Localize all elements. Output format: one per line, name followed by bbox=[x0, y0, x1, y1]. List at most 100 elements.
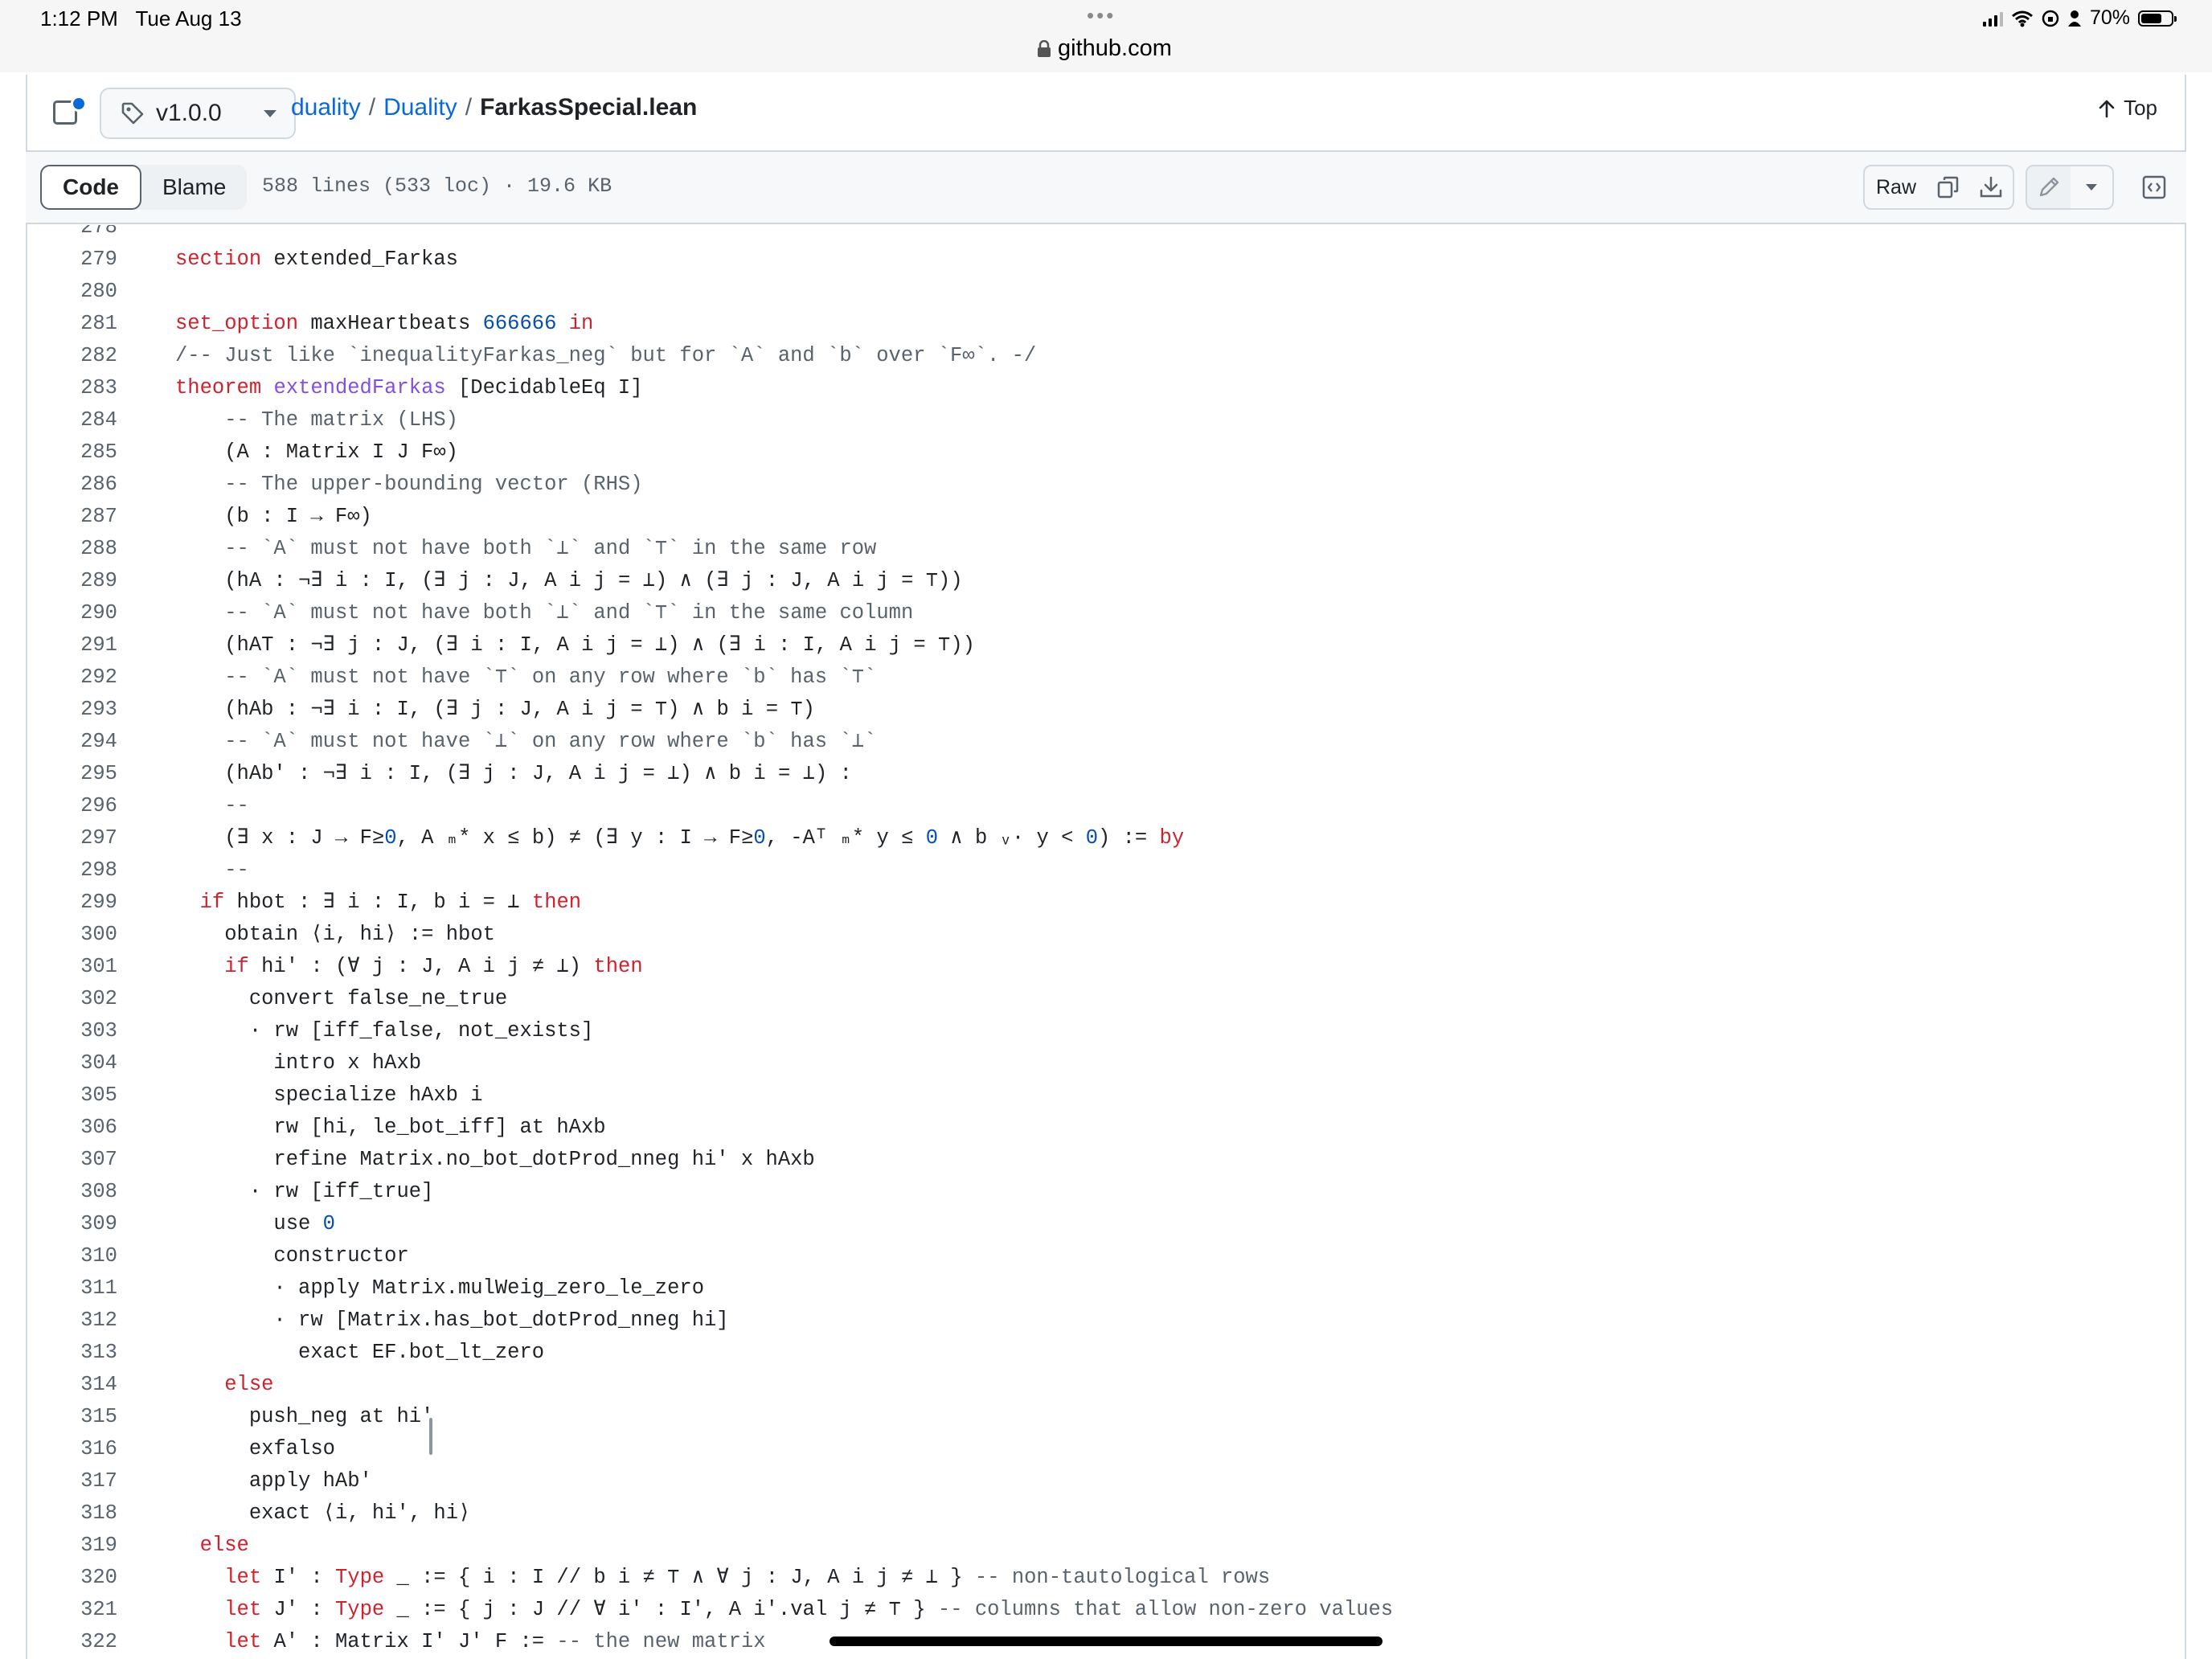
line-source: let A' : Matrix I' J' F := -- the new ma… bbox=[175, 1626, 765, 1658]
line-source: (b : I → F∞) bbox=[175, 501, 372, 533]
code-token: convert false_ne_true bbox=[175, 987, 508, 1010]
top-button[interactable]: Top bbox=[2098, 96, 2157, 121]
code-token: use bbox=[175, 1212, 323, 1235]
line-number[interactable]: 319 bbox=[27, 1530, 117, 1562]
line-number[interactable]: 293 bbox=[27, 694, 117, 726]
line-number[interactable]: 287 bbox=[27, 501, 117, 533]
code-tab[interactable]: Code bbox=[40, 165, 141, 210]
code-line: 317 apply hAb' bbox=[27, 1465, 2185, 1497]
line-number[interactable]: 291 bbox=[27, 629, 117, 662]
edit-file-button[interactable] bbox=[2026, 165, 2072, 210]
download-button[interactable] bbox=[1969, 165, 2014, 210]
line-number[interactable]: 321 bbox=[27, 1594, 117, 1626]
code-token: section bbox=[175, 248, 262, 271]
line-source: theorem extendedFarkas [DecidableEq I] bbox=[175, 372, 643, 404]
line-number[interactable]: 295 bbox=[27, 758, 117, 790]
line-number[interactable]: 289 bbox=[27, 565, 117, 597]
line-number[interactable]: 280 bbox=[27, 276, 117, 308]
line-number[interactable]: 304 bbox=[27, 1047, 117, 1079]
line-number[interactable]: 297 bbox=[27, 822, 117, 854]
multitasking-dots[interactable]: ••• bbox=[1087, 3, 1116, 28]
code-line: 309 use 0 bbox=[27, 1208, 2185, 1240]
line-number[interactable]: 317 bbox=[27, 1465, 117, 1497]
line-number[interactable]: 318 bbox=[27, 1497, 117, 1530]
code-token: apply hAb' bbox=[175, 1469, 372, 1493]
code-token: intro x hAxb bbox=[175, 1051, 422, 1075]
code-token: extendedFarkas bbox=[273, 376, 446, 399]
code-token: (hAb : ¬∃ i : I, (∃ j : J, A i j = ⊤) ∧ … bbox=[175, 698, 815, 721]
line-number[interactable]: 315 bbox=[27, 1401, 117, 1433]
line-source: else bbox=[175, 1530, 249, 1562]
line-number[interactable]: 305 bbox=[27, 1079, 117, 1112]
raw-button[interactable]: Raw bbox=[1863, 165, 1929, 210]
code-token: ) := bbox=[1098, 826, 1160, 850]
line-number[interactable]: 302 bbox=[27, 983, 117, 1015]
line-number[interactable]: 282 bbox=[27, 340, 117, 372]
line-number[interactable]: 314 bbox=[27, 1369, 117, 1401]
file-header: v1.0.0 duality / Duality / FarkasSpecial… bbox=[26, 75, 2186, 152]
line-number[interactable]: 301 bbox=[27, 951, 117, 983]
code-token: -- The matrix (LHS) bbox=[224, 408, 458, 432]
line-number[interactable]: 290 bbox=[27, 597, 117, 629]
code-token: maxHeartbeats bbox=[298, 312, 483, 335]
person-icon bbox=[2067, 10, 2081, 27]
line-number[interactable]: 303 bbox=[27, 1015, 117, 1047]
code-line: 314 else bbox=[27, 1369, 2185, 1401]
line-number[interactable]: 279 bbox=[27, 244, 117, 276]
breadcrumb-repo-link[interactable]: duality bbox=[291, 94, 361, 121]
address-bar[interactable]: github.com bbox=[1037, 35, 1172, 62]
orientation-lock-icon bbox=[2042, 10, 2059, 27]
breadcrumb-folder-link[interactable]: Duality bbox=[383, 94, 457, 121]
line-source: -- `A` must not have `⊤` on any row wher… bbox=[175, 662, 876, 694]
line-number[interactable]: 278 bbox=[27, 225, 117, 244]
code-line: 279 section extended_Farkas bbox=[27, 244, 2185, 276]
line-number[interactable]: 285 bbox=[27, 436, 117, 469]
line-number[interactable]: 299 bbox=[27, 887, 117, 919]
line-number[interactable]: 307 bbox=[27, 1144, 117, 1176]
line-number[interactable]: 310 bbox=[27, 1240, 117, 1272]
line-source: exfalso bbox=[175, 1433, 335, 1465]
line-number[interactable]: 284 bbox=[27, 404, 117, 436]
line-number[interactable]: 283 bbox=[27, 372, 117, 404]
line-number[interactable]: 300 bbox=[27, 919, 117, 951]
blame-tab[interactable]: Blame bbox=[141, 165, 247, 210]
line-number[interactable]: 322 bbox=[27, 1626, 117, 1658]
symbols-panel-button[interactable] bbox=[2133, 165, 2175, 210]
line-source: (hAT : ¬∃ j : J, (∃ i : I, A i j = ⊥) ∧ … bbox=[175, 629, 975, 662]
line-number[interactable]: 288 bbox=[27, 533, 117, 565]
line-number[interactable]: 313 bbox=[27, 1337, 117, 1369]
line-number[interactable]: 316 bbox=[27, 1433, 117, 1465]
code-line: 289 (hA : ¬∃ i : I, (∃ j : J, A i j = ⊥)… bbox=[27, 565, 2185, 597]
line-number[interactable]: 320 bbox=[27, 1562, 117, 1594]
line-number[interactable]: 294 bbox=[27, 726, 117, 758]
line-source: -- `A` must not have both `⊥` and `⊤` in… bbox=[175, 597, 913, 629]
notification-dot bbox=[71, 96, 87, 112]
more-edit-options-button[interactable] bbox=[2071, 165, 2114, 210]
branch-tag-selector[interactable]: v1.0.0 bbox=[100, 88, 296, 139]
line-number[interactable]: 308 bbox=[27, 1176, 117, 1208]
line-number[interactable]: 286 bbox=[27, 469, 117, 501]
line-number[interactable]: 312 bbox=[27, 1305, 117, 1337]
line-number[interactable]: 292 bbox=[27, 662, 117, 694]
sidebar-toggle-button[interactable] bbox=[53, 96, 87, 126]
code-token: let bbox=[224, 1598, 262, 1621]
code-token: (hAb' : ¬∃ i : I, (∃ j : J, A i j = ⊥) ∧… bbox=[175, 762, 852, 785]
code-token: _ := { i : I // b i ≠ ⊤ ∧ ∀ j : J, A i j… bbox=[384, 1566, 975, 1589]
code-line: 278 bbox=[27, 225, 2185, 244]
code-token: _ := { j : J // ∀ i' : I', A i'.val j ≠ … bbox=[384, 1598, 938, 1621]
line-number[interactable]: 311 bbox=[27, 1272, 117, 1305]
home-indicator[interactable] bbox=[830, 1636, 1382, 1646]
line-number[interactable]: 306 bbox=[27, 1112, 117, 1144]
code-view[interactable]: 278 279 section extended_Farkas 280 281 set_o… bbox=[27, 225, 2185, 1659]
line-number[interactable]: 281 bbox=[27, 308, 117, 340]
line-source: (A : Matrix I J F∞) bbox=[175, 436, 458, 469]
line-number[interactable]: 298 bbox=[27, 854, 117, 887]
copy-raw-button[interactable] bbox=[1927, 165, 1971, 210]
code-token: then bbox=[531, 891, 582, 914]
line-number[interactable]: 309 bbox=[27, 1208, 117, 1240]
code-token: let bbox=[224, 1566, 262, 1589]
line-number[interactable]: 296 bbox=[27, 790, 117, 822]
